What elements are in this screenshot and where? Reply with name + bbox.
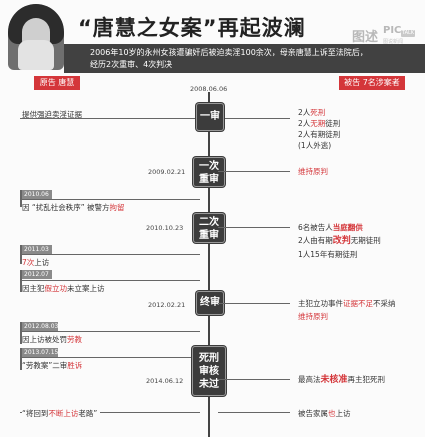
date-tag-2012-08-03: 2012.08.03 bbox=[22, 322, 59, 331]
plaintiff-badge: 原告 唐慧 bbox=[34, 76, 80, 90]
date-final: 2012.02.21 bbox=[148, 301, 186, 309]
left-event-detained: 因 “扰乱社会秩序” 被警方拘留 bbox=[22, 203, 125, 212]
right-event-family: 被告家属也上访 bbox=[298, 409, 351, 418]
date-tag-2010-06: 2010.06 bbox=[22, 190, 52, 199]
connector-right-6 bbox=[218, 412, 290, 413]
infographic: “唐慧之女案”再起波澜 图述 PIC TALK 图说新闻 2006年10岁的永州… bbox=[0, 0, 425, 437]
connector-left-3 bbox=[20, 254, 200, 255]
top-date: 2008.06.06 bbox=[190, 85, 228, 93]
right-event-retrial1: 维持原判 bbox=[298, 167, 328, 176]
right-event-final: 主犯立功事件证据不足不采纳 维持原判 bbox=[298, 299, 396, 321]
connector-left-2 bbox=[20, 199, 200, 200]
portrait-photo bbox=[8, 4, 64, 70]
logo-tag: TALK bbox=[401, 30, 415, 37]
date-retrial-2: 2010.10.23 bbox=[146, 224, 184, 232]
logo-pic: PIC bbox=[383, 25, 402, 36]
date-tag-2012-07: 2012.07 bbox=[22, 270, 52, 279]
stage-node-retrial-1: 一次 重审 bbox=[193, 157, 225, 187]
left-event-appeal-won: “劳教案”二审胜诉 bbox=[22, 361, 83, 370]
summary-line-1: 2006年10岁的永州女孩遭骗奸后被迫卖淫100余次，母亲唐慧上诉至法院后， bbox=[90, 48, 368, 57]
connector-left-5 bbox=[20, 331, 200, 332]
stage-node-review: 死刑 审核 未过 bbox=[192, 346, 226, 396]
page-title: “唐慧之女案”再起波澜 bbox=[78, 16, 306, 40]
defendant-badge: 被告 7名涉案者 bbox=[339, 76, 405, 90]
left-event-labor-camp: 因上访被处罚劳教 bbox=[22, 335, 82, 344]
left-event-fake-merit: 因主犯假立功未立案上访 bbox=[22, 284, 105, 293]
right-event-review: 最高法未核准再主犯死刑 bbox=[298, 375, 386, 385]
date-retrial-1: 2009.02.21 bbox=[148, 168, 186, 176]
brand-logo: 图述 PIC TALK 图说新闻 bbox=[352, 25, 415, 46]
date-tag-2013-07-15: 2013.07.15 bbox=[22, 348, 59, 357]
date-review: 2014.06.12 bbox=[146, 377, 184, 385]
stage-node-retrial-2: 二次 重审 bbox=[193, 213, 225, 243]
right-event-first-verdict: 2人死刑 2人无期徒刑 2人有期徒刑 (1人外逃) bbox=[298, 108, 341, 150]
connector-right-5 bbox=[218, 379, 290, 380]
logo-cn: 图述 bbox=[352, 30, 379, 45]
summary-banner: 2006年10岁的永州女孩遭骗奸后被迫卖淫100余次，母亲唐慧上诉至法院后， 经… bbox=[64, 44, 425, 73]
right-event-retrial2: 6名被告人当庭翻供 2人由有期改判无期徒刑 1人15年有期徒刑 bbox=[298, 223, 381, 259]
connector-left-6 bbox=[20, 357, 200, 358]
left-event-quote: “将回到不断上访老路” bbox=[22, 408, 101, 419]
connector-right-1 bbox=[218, 118, 290, 119]
summary-line-2: 经历2次重审、4次判决 bbox=[90, 60, 173, 69]
stage-node-first-trial: 一审 bbox=[196, 103, 224, 131]
connector-right-4 bbox=[218, 303, 290, 304]
left-event-evidence: 提供强迫卖淫证据 bbox=[22, 110, 82, 119]
connector-right-3 bbox=[218, 227, 290, 228]
date-tag-2011-03: 2011.03 bbox=[22, 245, 52, 254]
connector-right-2 bbox=[218, 171, 290, 172]
left-event-petitions: 7次上访 bbox=[22, 258, 50, 267]
connector-left-4 bbox=[20, 280, 200, 281]
